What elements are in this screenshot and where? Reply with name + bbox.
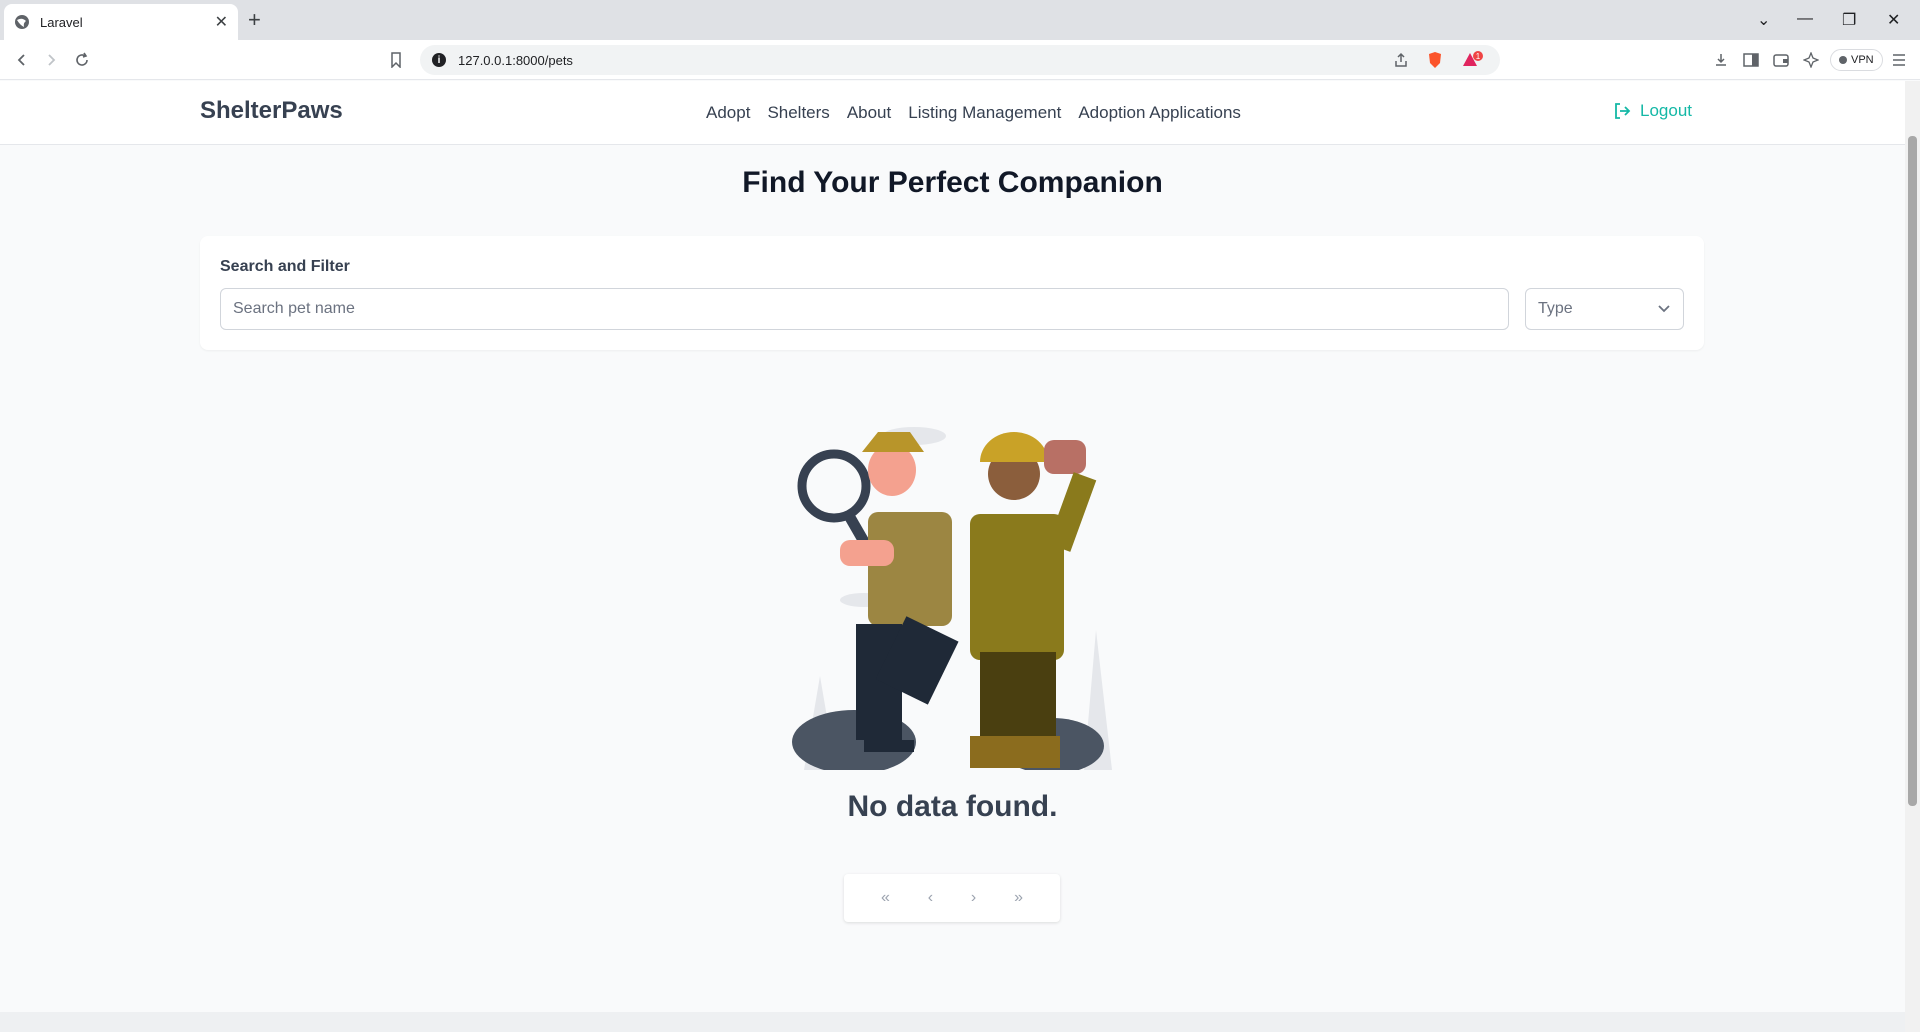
download-icon[interactable]: [1712, 51, 1730, 69]
forward-icon[interactable]: [39, 48, 63, 72]
chevron-down-icon: [1658, 305, 1670, 313]
empty-state-illustration: [792, 427, 1112, 770]
address-bar[interactable]: i 127.0.0.1:8000/pets: [420, 45, 1500, 75]
menu-icon[interactable]: [1890, 51, 1908, 69]
minimize-icon[interactable]: —: [1797, 10, 1813, 28]
last-page-button[interactable]: »: [1014, 889, 1023, 907]
tab-close-icon[interactable]: ✕: [215, 12, 228, 32]
restore-icon[interactable]: ❐: [1842, 10, 1856, 30]
wallet-icon[interactable]: [1772, 51, 1790, 69]
site-info-icon[interactable]: i: [432, 53, 446, 67]
site-header: ShelterPaws Adopt Shelters About Listing…: [0, 81, 1905, 145]
rewards-icon[interactable]: 1: [1460, 51, 1484, 69]
scrollbar-thumb[interactable]: [1908, 136, 1917, 806]
main-nav: Adopt Shelters About Listing Management …: [706, 103, 1241, 123]
brand-logo[interactable]: ShelterPaws: [200, 97, 343, 125]
nav-shelters[interactable]: Shelters: [767, 103, 829, 123]
brave-shield-icon[interactable]: [1426, 51, 1444, 69]
nav-listing-management[interactable]: Listing Management: [908, 103, 1061, 123]
vpn-button[interactable]: VPN: [1830, 49, 1883, 71]
leo-ai-icon[interactable]: [1802, 51, 1820, 69]
share-icon[interactable]: [1392, 51, 1410, 69]
browser-toolbar: i 127.0.0.1:8000/pets 1 VPN: [0, 40, 1920, 80]
browser-tab-bar: Laravel ✕ + ⌄ — ❐ ✕: [0, 0, 1920, 40]
tab-search-icon[interactable]: ⌄: [1757, 10, 1770, 30]
url-text: 127.0.0.1:8000/pets: [458, 52, 573, 68]
logout-label: Logout: [1640, 101, 1692, 120]
vpn-label: VPN: [1851, 54, 1874, 66]
next-page-button[interactable]: ›: [971, 889, 976, 907]
search-input[interactable]: [220, 288, 1509, 330]
notification-count: 1: [1476, 52, 1481, 61]
globe-icon: [15, 15, 29, 29]
type-select-value: Type: [1538, 300, 1573, 317]
page-footer-strip: [0, 1012, 1905, 1032]
vpn-status-icon: [1839, 56, 1847, 64]
pagination: « ‹ › »: [844, 874, 1060, 922]
page-scrollbar[interactable]: [1905, 81, 1920, 1032]
nav-about[interactable]: About: [847, 103, 891, 123]
window-close-icon[interactable]: ✕: [1887, 10, 1900, 30]
reload-icon[interactable]: [70, 48, 94, 72]
bookmark-icon[interactable]: [387, 51, 405, 69]
back-icon[interactable]: [10, 48, 34, 72]
logout-button[interactable]: Logout: [1612, 101, 1692, 121]
tab-title: Laravel: [40, 14, 83, 30]
nav-adoption-applications[interactable]: Adoption Applications: [1078, 103, 1241, 123]
prev-page-button[interactable]: ‹: [928, 889, 933, 907]
new-tab-button[interactable]: +: [248, 8, 261, 32]
empty-state-message: No data found.: [847, 790, 1058, 823]
logout-icon: [1615, 103, 1631, 119]
nav-adopt[interactable]: Adopt: [706, 103, 750, 123]
filter-label: Search and Filter: [220, 258, 350, 275]
first-page-button[interactable]: «: [881, 889, 890, 907]
type-select[interactable]: Type: [1525, 288, 1684, 330]
sidebar-icon[interactable]: [1742, 51, 1760, 69]
search-filter-card: Search and Filter Type: [200, 236, 1704, 350]
page-title: Find Your Perfect Companion: [742, 166, 1163, 199]
browser-tab[interactable]: Laravel ✕: [4, 4, 238, 40]
